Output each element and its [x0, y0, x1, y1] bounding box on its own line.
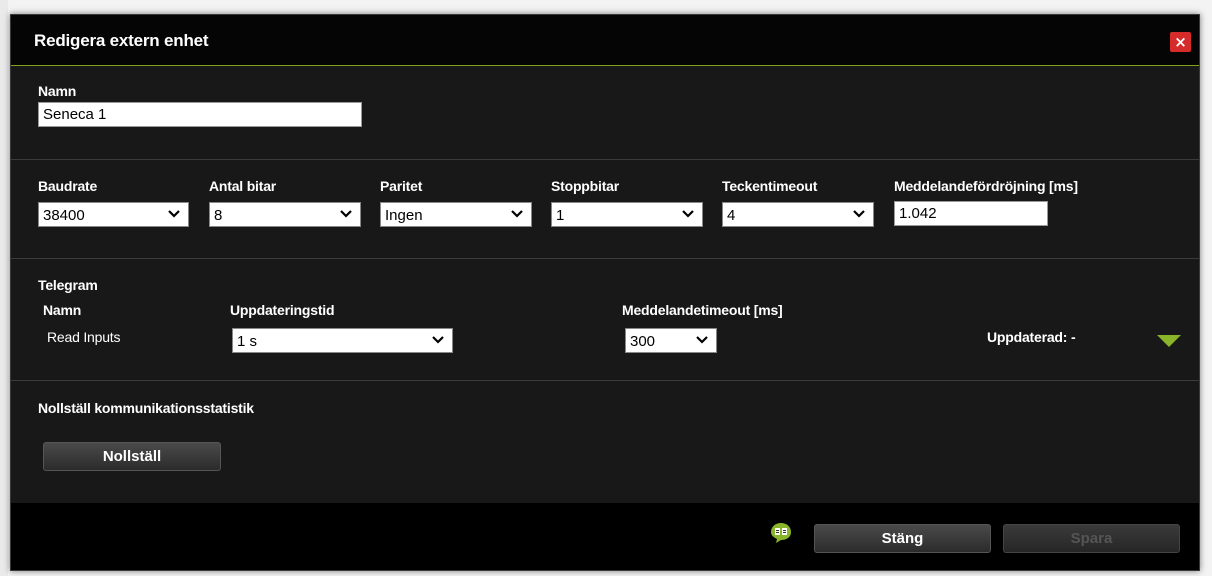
char-timeout-value: 4 [727, 207, 736, 224]
stopbits-label: Stoppbitar [551, 178, 619, 194]
bits-label: Antal bitar [209, 178, 277, 194]
bits-value: 8 [214, 207, 223, 224]
reset-button[interactable]: Nollställ [43, 442, 221, 471]
name-label: Namn [38, 83, 77, 99]
baudrate-select[interactable]: 38400 [38, 202, 189, 227]
update-time-value: 1 s [237, 333, 258, 350]
expand-triangle-icon[interactable] [1156, 334, 1182, 348]
parity-select[interactable]: Ingen [380, 202, 532, 227]
save-button[interactable]: Spara [1003, 524, 1180, 553]
msg-timeout-value: 300 [630, 333, 656, 350]
msg-delay-label: Meddelandefördröjning [ms] [894, 178, 1078, 194]
divider [11, 258, 1199, 259]
divider [11, 159, 1199, 160]
parity-label: Paritet [380, 178, 423, 194]
char-timeout-label: Teckentimeout [722, 178, 818, 194]
reset-heading: Nollställ kommunikationsstatistik [38, 400, 254, 416]
parity-value: Ingen [385, 207, 423, 224]
msg-timeout-select[interactable]: 300 [625, 328, 717, 353]
chevron-down-icon [696, 336, 708, 344]
chevron-down-icon [682, 210, 694, 218]
dialog-footer: Stäng Spara [11, 503, 1199, 570]
msg-delay-field[interactable]: 1.042 [894, 201, 1048, 226]
stopbits-select[interactable]: 1 [551, 202, 703, 227]
stopbits-value: 1 [556, 207, 565, 224]
chevron-down-icon [340, 210, 352, 218]
col-update-header: Uppdateringstid [230, 302, 335, 318]
chevron-down-icon [432, 336, 444, 344]
edit-device-dialog: Redigera extern enhet × Namn Seneca 1 Ba… [10, 14, 1200, 571]
dialog-titlebar: Redigera extern enhet × [11, 15, 1199, 66]
help-book-icon[interactable] [770, 522, 792, 544]
updated-status: Uppdaterad: - [987, 329, 1076, 345]
chevron-down-icon [853, 210, 865, 218]
col-name-header: Namn [43, 302, 82, 318]
baudrate-label: Baudrate [38, 178, 98, 194]
chevron-down-icon [168, 210, 180, 218]
divider [11, 380, 1199, 381]
char-timeout-select[interactable]: 4 [722, 202, 874, 227]
background [0, 0, 8, 576]
dialog-title: Redigera extern enhet [34, 31, 209, 50]
telegram-heading: Telegram [38, 277, 98, 293]
update-time-select[interactable]: 1 s [232, 328, 453, 353]
close-icon[interactable]: × [1170, 32, 1191, 52]
telegram-row-name: Read Inputs [47, 329, 121, 345]
bits-select[interactable]: 8 [209, 202, 361, 227]
name-field[interactable]: Seneca 1 [38, 102, 362, 127]
baudrate-value: 38400 [43, 207, 85, 224]
chevron-down-icon [511, 210, 523, 218]
close-button[interactable]: Stäng [814, 524, 991, 553]
col-timeout-header: Meddelandetimeout [ms] [622, 302, 783, 318]
